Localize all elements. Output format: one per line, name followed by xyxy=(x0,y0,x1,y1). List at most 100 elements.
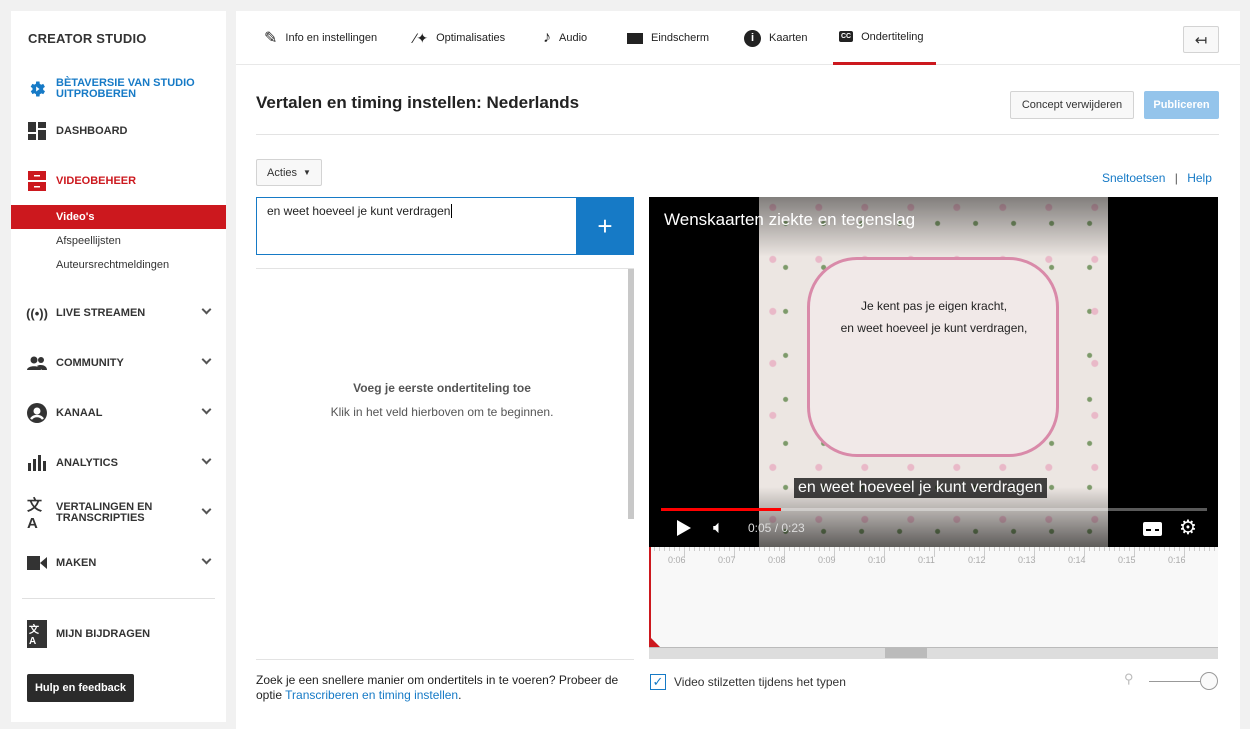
sidebar-item-community[interactable]: COMMUNITY xyxy=(11,348,226,378)
timeline-tick xyxy=(849,547,850,551)
timeline-label: 0:14 xyxy=(1068,555,1086,565)
timeline[interactable]: 0:06 0:07 0:08 0:09 0:10 0:11 0:12 0:13 0:14 0:15… xyxy=(649,547,1218,647)
sidebar-item-dashboard[interactable]: DASHBOARD xyxy=(11,116,226,146)
chevron-down-icon[interactable] xyxy=(201,304,212,315)
timeline-tick xyxy=(919,547,920,551)
timeline-tick xyxy=(994,547,995,551)
video-title[interactable]: Wenskaarten ziekte en tegenslag xyxy=(664,210,915,230)
contrib-label: MIJN BIJDRAGEN xyxy=(56,628,151,640)
sidebar-item-videobeheer[interactable]: VIDEOBEHEER xyxy=(11,166,226,196)
volume-icon[interactable]: 🔈︎ xyxy=(713,517,724,538)
delete-draft-button[interactable]: Concept verwijderen xyxy=(1010,91,1134,119)
timeline-tick xyxy=(789,547,790,551)
timeline-tick xyxy=(1009,547,1010,551)
tab-cards[interactable]: i Kaarten xyxy=(738,11,814,65)
info-icon: i xyxy=(744,29,761,47)
subtitle-input[interactable]: en weet hoeveel je kunt verdragen xyxy=(256,197,577,255)
chevron-down-icon[interactable] xyxy=(201,404,212,415)
tab-subtitles[interactable]: CC Ondertiteling xyxy=(833,11,936,65)
timeline-tick xyxy=(689,547,690,551)
dashboard-icon xyxy=(27,121,47,141)
sidebar-divider xyxy=(22,598,215,599)
timeline-tick xyxy=(709,547,710,551)
cc-icon: CC xyxy=(839,31,854,42)
sidebar-sub-playlists[interactable]: Afspeellijsten xyxy=(11,229,226,253)
play-icon[interactable] xyxy=(677,520,691,536)
timeline-tick xyxy=(724,547,725,551)
chevron-down-icon[interactable] xyxy=(201,504,212,515)
timeline-tick xyxy=(1049,547,1050,551)
page-title: Vertalen en timing instellen: Nederlands xyxy=(256,93,580,112)
sidebar-item-contributions[interactable]: 文A MIJN BIJDRAGEN xyxy=(11,619,226,649)
shortcuts-link[interactable]: Sneltoetsen xyxy=(1102,171,1165,185)
translate-icon: 文A xyxy=(27,497,43,532)
chevron-down-icon[interactable] xyxy=(201,554,212,565)
back-arrow-icon: ↤ xyxy=(1194,31,1208,49)
timeline-tick xyxy=(839,547,840,551)
timeline-tick xyxy=(1209,547,1210,551)
tab-optimizations[interactable]: ⁄✦ Optimalisaties xyxy=(408,11,511,65)
sidebar-sub-copyright[interactable]: Auteursrechtmeldingen xyxy=(11,253,226,277)
help-link[interactable]: Help xyxy=(1187,171,1212,185)
timeline-tick xyxy=(814,547,815,551)
tab-audio[interactable]: ♪ Audio xyxy=(537,11,593,65)
timeline-tick xyxy=(954,547,955,551)
scroll-thumb[interactable] xyxy=(885,648,927,658)
settings-gear-icon[interactable]: ⚙ xyxy=(1179,515,1197,540)
actions-dropdown[interactable]: Acties ▼ xyxy=(256,159,322,186)
timeline-marker xyxy=(651,638,660,647)
text-cursor xyxy=(451,204,453,218)
timeline-tick xyxy=(744,547,745,551)
sidebar-item-live[interactable]: ((•)) LIVE STREAMEN xyxy=(11,298,226,328)
sidebar-item-kanaal[interactable]: KANAAL xyxy=(11,398,226,428)
tab-info[interactable]: ✎ Info en instellingen xyxy=(258,11,383,65)
timeline-tick xyxy=(1114,547,1115,551)
timeline-tick xyxy=(1039,547,1040,551)
pause-checkbox[interactable]: ✓ xyxy=(650,674,666,690)
tab-endscreen[interactable]: Eindscherm xyxy=(621,11,715,65)
timeline-tick xyxy=(1159,547,1160,551)
timeline-tick xyxy=(764,547,765,551)
account-icon xyxy=(27,403,47,423)
chevron-down-icon[interactable] xyxy=(201,454,212,465)
links: Sneltoetsen | Help xyxy=(1102,171,1212,185)
timeline-scrollbar[interactable] xyxy=(649,647,1218,659)
timeline-tick xyxy=(1194,547,1195,551)
timeline-tick xyxy=(1054,547,1055,551)
timeline-tick xyxy=(794,547,795,551)
timeline-tick xyxy=(1129,547,1130,551)
timeline-label: 0:06 xyxy=(668,555,686,565)
timeline-tick xyxy=(659,547,660,551)
sidebar-item-beta[interactable]: BÈTAVERSIE VAN STUDIO UITPROBEREN xyxy=(11,71,226,107)
timeline-tick xyxy=(874,547,875,551)
subtitles-icon[interactable] xyxy=(1143,522,1162,536)
sidebar-sub-videos[interactable]: Video's xyxy=(11,205,226,229)
add-subtitle-button[interactable]: + xyxy=(576,197,634,255)
back-button[interactable]: ↤ xyxy=(1183,26,1219,53)
timeline-tick xyxy=(979,547,980,551)
timeline-label: 0:07 xyxy=(718,555,736,565)
timeline-tick xyxy=(869,547,870,551)
timeline-tick xyxy=(1214,547,1215,551)
timeline-tick xyxy=(1109,547,1110,551)
zoom-slider-handle[interactable] xyxy=(1200,672,1218,690)
timeline-tick xyxy=(999,547,1000,551)
zoom-slider-track[interactable] xyxy=(1149,681,1205,682)
timeline-label: 0:12 xyxy=(968,555,986,565)
timeline-tick xyxy=(1169,547,1170,551)
transcribe-link[interactable]: Transcriberen en timing instellen xyxy=(285,688,458,702)
help-feedback-button[interactable]: Hulp en feedback xyxy=(27,674,134,702)
publish-button[interactable]: Publiceren xyxy=(1144,91,1219,119)
video-manager-icon xyxy=(27,171,47,191)
chevron-down-icon[interactable] xyxy=(201,354,212,365)
sidebar-item-maken[interactable]: MAKEN xyxy=(11,548,226,578)
video-player[interactable]: Je kent pas je eigen kracht, en weet hoev… xyxy=(649,197,1218,547)
progress-bar[interactable] xyxy=(661,508,1207,511)
list-scrollbar[interactable] xyxy=(628,269,634,519)
card-text: Je kent pas je eigen kracht, en weet hoev… xyxy=(809,295,1059,339)
sidebar-item-translations[interactable]: 文A VERTALINGEN EN TRANSCRIPTIES xyxy=(11,497,226,532)
timeline-tick xyxy=(1079,547,1080,551)
timeline-tick xyxy=(944,547,945,551)
sidebar-item-analytics[interactable]: ANALYTICS xyxy=(11,448,226,478)
sidebar: CREATOR STUDIO BÈTAVERSIE VAN STUDIO UIT… xyxy=(11,11,226,722)
